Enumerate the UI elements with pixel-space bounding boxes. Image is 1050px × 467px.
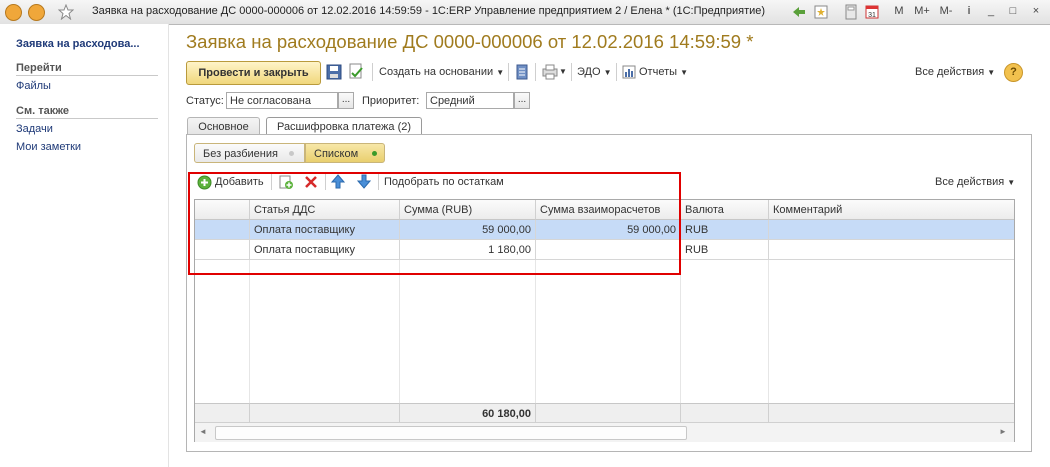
sidebar-item-notes[interactable]: Мои заметки xyxy=(16,141,81,153)
info-button[interactable]: i xyxy=(962,3,976,20)
calendar-icon[interactable]: 31 xyxy=(864,4,880,20)
status-label: Статус: xyxy=(186,95,224,107)
memory-store-button[interactable]: M xyxy=(893,3,905,20)
calculator-icon[interactable] xyxy=(843,4,859,20)
star-icon[interactable] xyxy=(58,4,74,20)
chevron-down-icon: ▼ xyxy=(680,68,689,77)
priority-select-button[interactable]: ... xyxy=(514,92,530,109)
status-select-button[interactable]: ... xyxy=(338,92,354,109)
radio-on-icon xyxy=(372,151,377,156)
chevron-down-icon: ▼ xyxy=(496,68,505,77)
close-button[interactable]: × xyxy=(1028,3,1044,20)
menu-icon[interactable] xyxy=(28,4,45,21)
mode-list-label: Списком xyxy=(314,148,359,160)
priority-label: Приоритет: xyxy=(362,95,420,107)
currency-cell[interactable]: RUB xyxy=(681,240,769,260)
sidebar-see-also-header: См. также xyxy=(16,105,158,119)
maximize-button[interactable]: □ xyxy=(1006,3,1020,20)
edo-button[interactable]: ЭДО ▼ xyxy=(577,66,612,78)
footer-comment xyxy=(769,403,1014,423)
chevron-down-icon: ▼ xyxy=(603,68,612,77)
all-actions-button[interactable]: Все действия ▼ xyxy=(915,66,995,78)
print-dropdown-icon[interactable]: ▼ xyxy=(559,67,567,76)
scroll-right-icon[interactable]: ► xyxy=(999,427,1007,436)
sidebar-item-files[interactable]: Файлы xyxy=(16,80,51,92)
chevron-down-icon: ▼ xyxy=(987,68,996,77)
mode-list-button[interactable]: Списком xyxy=(305,143,385,163)
window-titlebar: Заявка на расходование ДС 0000-000006 от… xyxy=(0,0,1050,25)
edo-label: ЭДО xyxy=(577,66,601,78)
priority-field[interactable]: Средний xyxy=(426,92,514,109)
app-logo-icon[interactable] xyxy=(5,4,22,21)
currency-cell[interactable]: RUB xyxy=(681,220,769,240)
comment-cell[interactable] xyxy=(769,240,1014,260)
status-field[interactable]: Не согласована xyxy=(226,92,338,109)
tab-main[interactable]: Основное xyxy=(187,117,260,135)
document-journal-icon[interactable] xyxy=(515,64,529,80)
post-and-close-button[interactable]: Провести и закрыть xyxy=(186,61,321,85)
footer-dds-item xyxy=(250,403,400,423)
footer-row-marker xyxy=(195,403,250,423)
sidebar: Заявка на расходова... Перейти Файлы См.… xyxy=(0,24,169,467)
sidebar-resize-handle[interactable] xyxy=(164,228,332,256)
scroll-left-icon[interactable]: ◄ xyxy=(199,427,207,436)
favorites-icon[interactable] xyxy=(813,4,829,20)
chevron-down-icon: ▼ xyxy=(1007,178,1016,187)
mode-no-split-button[interactable]: Без разбиения xyxy=(194,143,305,163)
create-based-on-label: Создать на основании xyxy=(379,66,494,78)
table-all-actions-label: Все действия xyxy=(935,176,1005,188)
empty-table-area xyxy=(195,260,1014,403)
create-based-on-button[interactable]: Создать на основании ▼ xyxy=(379,66,504,78)
save-icon[interactable] xyxy=(326,64,342,80)
memory-add-button[interactable]: M+ xyxy=(912,3,932,20)
help-button[interactable]: ? xyxy=(1004,63,1023,82)
scrollbar-thumb[interactable] xyxy=(215,426,687,440)
annotation-highlight xyxy=(188,172,681,275)
reports-label: Отчеты xyxy=(639,66,678,78)
back-icon[interactable] xyxy=(791,4,807,20)
svg-text:31: 31 xyxy=(868,12,876,19)
radio-off-icon xyxy=(289,151,294,156)
all-actions-label: Все действия xyxy=(915,66,985,78)
sidebar-title[interactable]: Заявка на расходова... xyxy=(16,38,140,50)
total-amount: 60 180,00 xyxy=(400,403,536,423)
page-title: Заявка на расходование ДС 0000-000006 от… xyxy=(186,31,754,52)
minimize-button[interactable]: _ xyxy=(984,3,998,20)
sidebar-goto-header: Перейти xyxy=(16,62,158,76)
sidebar-item-tasks[interactable]: Задачи xyxy=(16,123,53,135)
column-header-comment[interactable]: Комментарий xyxy=(769,200,1014,220)
memory-subtract-button[interactable]: M- xyxy=(937,3,955,20)
comment-cell[interactable] xyxy=(769,220,1014,240)
reports-icon xyxy=(622,65,636,79)
post-document-icon[interactable] xyxy=(348,63,364,80)
reports-button[interactable]: Отчеты ▼ xyxy=(639,66,688,78)
footer-settlement-amount xyxy=(536,403,681,423)
footer-currency xyxy=(681,403,769,423)
table-all-actions-button[interactable]: Все действия ▼ xyxy=(935,176,1015,188)
mode-no-split-label: Без разбиения xyxy=(203,148,278,160)
window-title: Заявка на расходование ДС 0000-000006 от… xyxy=(92,5,766,17)
horizontal-scrollbar[interactable]: ◄ ► xyxy=(195,422,1014,442)
print-icon[interactable] xyxy=(542,64,558,80)
column-header-currency[interactable]: Валюта xyxy=(681,200,769,220)
